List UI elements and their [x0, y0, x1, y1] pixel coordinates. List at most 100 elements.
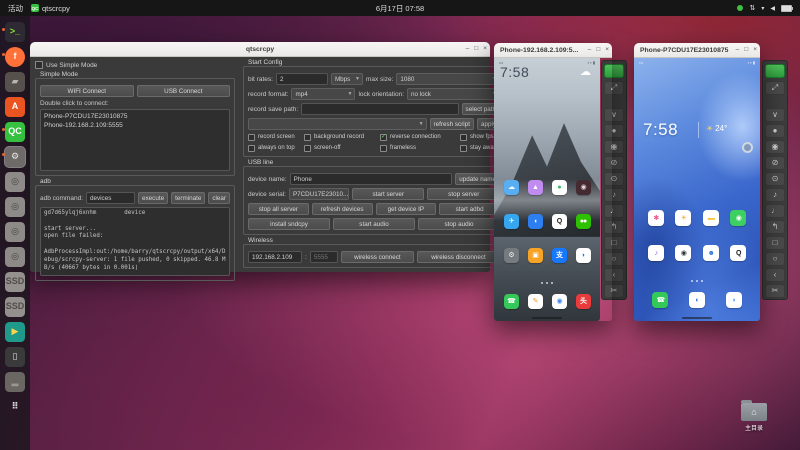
messages-app[interactable]: ◗	[725, 292, 742, 308]
usb-connect-button[interactable]: USB Connect	[136, 85, 230, 97]
config-checkbox[interactable]: screen-off	[304, 144, 380, 152]
script-select[interactable]: ▼	[248, 118, 427, 130]
maximize-button[interactable]: □	[744, 46, 748, 54]
home-icon[interactable]: ○	[765, 252, 785, 266]
config-checkbox[interactable]: record screen	[248, 133, 304, 141]
bit-rates-unit-select[interactable]: Mbps ▼	[330, 73, 363, 85]
wireless-port-input[interactable]: 5555	[309, 251, 338, 263]
drive-ssd-2[interactable]: SSD	[2, 294, 28, 319]
main-window-titlebar[interactable]: qtscrcpy – □ ×	[30, 42, 490, 57]
minimized-item[interactable]: ▂	[2, 369, 28, 394]
blue-bird-app[interactable]: ◗	[575, 248, 591, 263]
phone2-titlebar[interactable]: Phone-P7CDU17E23010875 – □ ×	[634, 43, 760, 58]
terminate-button[interactable]: terminate	[171, 192, 206, 204]
weather-app[interactable]: ☁	[503, 180, 519, 195]
close-button[interactable]: ×	[753, 46, 757, 54]
green-circle-app[interactable]: ●	[551, 180, 567, 195]
activities-button[interactable]: 活动	[8, 3, 23, 14]
usb-action-button[interactable]: start adbd	[439, 203, 500, 215]
wechat-app[interactable]: ●●	[575, 214, 591, 229]
group-control-button[interactable]	[765, 64, 785, 78]
clear-button[interactable]: clear	[208, 192, 230, 204]
use-simple-mode-checkbox[interactable]: Use Simple Mode	[35, 61, 235, 69]
wireless-disconnect-button[interactable]: wireless disconnect	[417, 251, 501, 263]
minimize-button[interactable]: –	[736, 46, 740, 54]
device-list[interactable]: Phone-P7CDU17E23010875 Phone-192.168.2.10…	[40, 109, 230, 171]
start-server-button[interactable]: start server	[351, 188, 425, 200]
minimize-button[interactable]: –	[588, 46, 592, 54]
phone1-titlebar[interactable]: Phone-192.168.2.109:5... – □ ×	[494, 43, 612, 58]
touch-icon[interactable]: ●	[765, 124, 785, 138]
app-grid[interactable]: ⠿	[2, 394, 28, 419]
chrome-app[interactable]: ◉	[551, 294, 567, 309]
phone-mirror[interactable]: ▯	[2, 344, 28, 369]
stop-server-button[interactable]: stop server	[427, 188, 501, 200]
settings[interactable]: ⚙	[2, 144, 28, 169]
battery-icon[interactable]	[781, 4, 793, 12]
app-switch-icon[interactable]: ↰	[765, 220, 785, 234]
terminal[interactable]: >_	[2, 19, 28, 44]
volume-down-icon[interactable]: ♩	[765, 204, 785, 218]
disk-2[interactable]: ◎	[2, 194, 28, 219]
phone-dialer-app[interactable]: ☎	[652, 292, 669, 308]
device-name-input[interactable]: Phone	[289, 173, 453, 185]
notes-app[interactable]: ✎	[527, 294, 543, 309]
screen-on-icon[interactable]: ◉	[765, 140, 785, 154]
power-icon[interactable]: ⊙	[765, 172, 785, 186]
health-app[interactable]: ◉	[730, 210, 747, 226]
lock-orientation-select[interactable]: no lock▼	[407, 88, 501, 100]
record-format-select[interactable]: mp4 ▼	[291, 88, 356, 100]
wifi-connect-button[interactable]: WIFI Connect	[40, 85, 134, 97]
device-list-item[interactable]: Phone-P7CDU17E23010875	[44, 112, 226, 121]
config-checkbox[interactable]: background record	[304, 133, 380, 141]
close-button[interactable]: ×	[605, 46, 609, 54]
config-checkbox[interactable]: frameless	[380, 144, 460, 152]
assistive-touch-ball[interactable]	[742, 142, 753, 153]
screen-off-icon[interactable]: ⊘	[765, 156, 785, 170]
wireless-ip-input[interactable]: 192.168.2.109	[248, 251, 302, 263]
refresh-script-button[interactable]: refresh script	[429, 118, 474, 130]
maximize-button[interactable]: □	[596, 46, 600, 54]
config-checkbox[interactable]: ✓ reverse connection	[380, 133, 460, 141]
usb-action-button[interactable]: install sndcpy	[248, 218, 330, 230]
usb-action-button[interactable]: get device IP	[375, 203, 437, 215]
volume-up-icon[interactable]: ♪	[765, 188, 785, 202]
usb-action-button[interactable]: start audio	[333, 218, 415, 230]
weather-app[interactable]: ☀	[675, 210, 692, 226]
telegram-app[interactable]: ✈	[503, 214, 519, 229]
execute-button[interactable]: execute	[138, 192, 169, 204]
settings-app[interactable]: ⚙	[503, 248, 519, 263]
camera-app[interactable]: ◉	[675, 245, 692, 261]
alipay-app[interactable]: 支	[551, 248, 567, 263]
device-list-item[interactable]: Phone-192.168.2.109:5555	[44, 121, 226, 130]
qq-app[interactable]: Q	[551, 214, 567, 229]
files[interactable]: ▰	[2, 69, 28, 94]
device-serial-select[interactable]: P7CDU17E23010...▼	[288, 188, 349, 200]
music-app[interactable]: ♪	[647, 245, 664, 261]
focused-app-menu[interactable]: QC qtscrcpy	[31, 4, 70, 13]
collapse-icon[interactable]: ∨	[765, 108, 785, 122]
browser-whale-app[interactable]: ◖	[527, 214, 543, 229]
phone1-screen[interactable]: ••• ▪ ▪ ▮ 7:58 ☁ ☁ ▲ ● ◉ ✈ ◖ Q ●● ⚙ ▣ 支 ◗ ☎ ✎ ◉ 头	[494, 58, 600, 321]
disk-4[interactable]: ◎	[2, 244, 28, 269]
volume-icon[interactable]: ◀	[770, 5, 775, 12]
phone-dialer-app[interactable]: ☎	[503, 294, 519, 309]
browser-app[interactable]: ◐	[688, 292, 705, 308]
gallery-app[interactable]: ▲	[527, 180, 543, 195]
back-icon[interactable]: ‹	[765, 268, 785, 282]
qq-app[interactable]: Q	[730, 245, 747, 261]
video-app[interactable]: ▶	[2, 319, 28, 344]
network-icon[interactable]: ⇅	[749, 4, 755, 12]
fullscreen-icon[interactable]: ⤢	[765, 81, 785, 95]
chevron-down-icon[interactable]: ▾	[761, 5, 764, 12]
config-checkbox[interactable]: always on top	[248, 144, 304, 152]
drive-ssd-1[interactable]: SSD	[2, 269, 28, 294]
orange-store-app[interactable]: ▣	[527, 248, 543, 263]
adb-log-output[interactable]: gd7d65ylqj6xnhm device start server... o…	[40, 207, 230, 276]
toutiao-app[interactable]: 头	[575, 294, 591, 309]
firefox[interactable]: f	[2, 44, 28, 69]
qtscrcpy[interactable]: QC	[2, 119, 28, 144]
record-save-path-input[interactable]	[301, 103, 459, 115]
screenshot-icon[interactable]: ✂	[765, 284, 785, 298]
disk-3[interactable]: ◎	[2, 219, 28, 244]
